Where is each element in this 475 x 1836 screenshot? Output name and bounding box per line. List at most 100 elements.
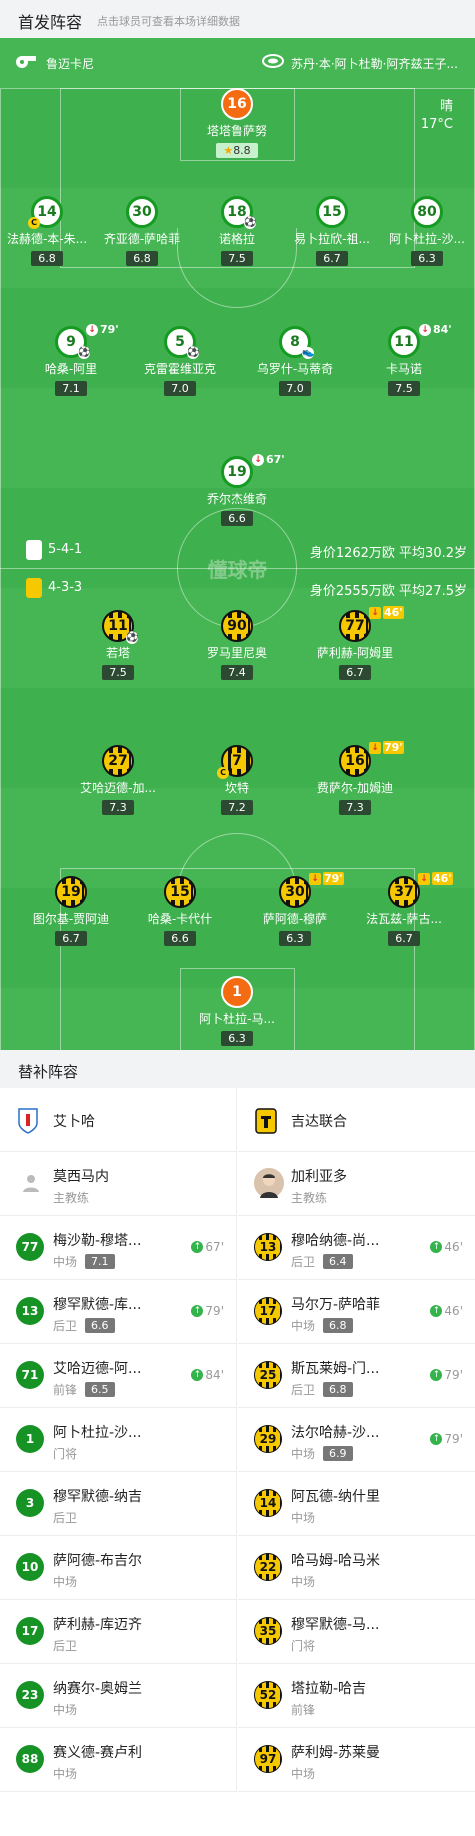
away-player[interactable]: 15 哈桑-卡代什 6.6	[125, 876, 235, 946]
player-number-badge: 16 ↓ 79'	[339, 741, 404, 777]
sub-off-marker: ↓ 79'	[86, 323, 119, 336]
sub-player-row[interactable]: 13 穆哈纳德-尚... 后卫 6.4 ↑ 46'	[238, 1216, 475, 1280]
assist-shoe-icon: 👟	[302, 347, 315, 359]
sub-on-marker: ↑ 84'	[191, 1368, 224, 1382]
sub-off-marker: ↓ 84'	[419, 323, 452, 336]
home-player[interactable]: 16 塔塔鲁萨努 ★8.8	[182, 88, 292, 158]
temperature-text: 17°C	[420, 117, 453, 132]
away-formation-row: 4-3-3 身价2555万欧 平均27.5岁	[0, 578, 475, 600]
player-name: 齐亚德-萨哈菲	[103, 232, 181, 246]
home-player[interactable]: 9 ⚽ ↓ 79' 哈桑-阿里 7.1	[16, 323, 126, 396]
lineup-header: 首发阵容 点击球员可查看本场详细数据	[0, 0, 475, 38]
away-player[interactable]: 11 ⚽ 若塔 7.5	[63, 610, 173, 680]
player-name: 哈桑-卡代什	[147, 912, 213, 926]
pitch-home-team: 鲁迈卡尼	[46, 57, 95, 71]
sub-player-row[interactable]: 97 萨利姆-苏莱曼 中场	[238, 1728, 475, 1792]
away-player[interactable]: 30 ↓ 79' 萨阿德-穆萨 6.3	[240, 872, 350, 946]
player-number-badge: 9 ⚽ ↓ 79'	[55, 323, 119, 359]
player-name: 诺格拉	[218, 232, 255, 246]
home-player[interactable]: 30 齐亚德-萨哈菲 6.8	[87, 196, 197, 266]
sub-player-row[interactable]: 17 萨利赫-库迈齐 后卫	[0, 1600, 236, 1664]
sub-off-marker: ↓ 67'	[252, 453, 285, 466]
sub-player-row[interactable]: 71 艾哈迈德-阿... 前锋 6.5 ↑ 84'	[0, 1344, 236, 1408]
player-name: 坎特	[224, 781, 249, 795]
sub-player-row[interactable]: 88 赛义德-赛卢利 中场	[0, 1728, 236, 1792]
away-player[interactable]: 90 罗马里尼奥 7.4	[182, 610, 292, 680]
sub-off-icon: ↓	[252, 453, 264, 466]
sub-player-position: 后卫	[53, 1639, 78, 1653]
away-value: 身价2555万欧 平均27.5岁	[309, 584, 467, 599]
player-number-badge: 11 ↓ 84'	[388, 323, 452, 358]
sub-off-icon: ↓	[418, 872, 430, 885]
sub-off-marker: ↓ 46'	[418, 872, 453, 885]
pitch: 鲁迈卡尼 苏丹·本·阿卜杜勒·阿齐兹王子... 晴 17°C 懂球帝 5-4-1…	[0, 38, 475, 1050]
sub-player-row[interactable]: 10 萨阿德-布吉尔 中场	[0, 1536, 236, 1600]
player-rating: 6.7	[316, 251, 348, 266]
home-player[interactable]: 15 易卜拉欣-祖... 6.7	[277, 196, 387, 266]
home-player[interactable]: 80 阿卜杜拉-沙... 6.3	[372, 196, 475, 266]
sub-on-marker: ↑ 67'	[191, 1240, 224, 1254]
sub-player-row[interactable]: 52 塔拉勒-哈吉 前锋	[238, 1664, 475, 1728]
player-name: 法瓦兹-萨古...	[366, 912, 442, 926]
away-player[interactable]: 77 ↓ 46' 萨利赫-阿姆里 6.7	[300, 606, 410, 680]
player-rating: 7.5	[102, 665, 134, 680]
sub-player-row[interactable]: 23 纳赛尔-奥姆兰 中场	[0, 1664, 236, 1728]
home-player[interactable]: 11 ↓ 84' 卡马诺 7.5	[349, 323, 459, 396]
sub-player-name: 萨利赫-库迈齐	[53, 1617, 143, 1633]
home-formation: 5-4-1	[48, 542, 83, 557]
away-player[interactable]: 1 阿卜杜拉-马... 6.3	[182, 976, 292, 1046]
home-team-logo-icon	[18, 1108, 38, 1134]
sub-player-row[interactable]: 3 穆罕默德-纳吉 后卫	[0, 1472, 236, 1536]
sub-number-badge: 14	[254, 1489, 282, 1517]
sub-player-row[interactable]: 29 法尔哈赫-沙... 中场 6.9 ↑ 79'	[238, 1408, 475, 1472]
player-number-badge: 30	[126, 196, 158, 228]
sub-on-marker: ↑ 79'	[191, 1304, 224, 1318]
sub-player-row[interactable]: 13 穆罕默德-库... 后卫 6.6 ↑ 79'	[0, 1280, 236, 1344]
player-number-badge: 77 ↓ 46'	[339, 606, 404, 642]
sub-player-row[interactable]: 17 马尔万-萨哈菲 中场 6.8 ↑ 46'	[238, 1280, 475, 1344]
pitch-away-team: 苏丹·本·阿卜杜勒·阿齐兹王子...	[291, 57, 458, 71]
away-player[interactable]: 19 图尔基-贾阿迪 6.7	[16, 876, 126, 946]
star-icon: ★	[223, 144, 234, 157]
sub-player-position: 中场 6.8	[291, 1317, 353, 1334]
sub-player-name: 阿瓦德-纳什里	[291, 1489, 381, 1505]
coach-avatar-icon	[16, 1168, 46, 1198]
sub-player-row[interactable]: 35 穆罕默德-马... 门将	[238, 1600, 475, 1664]
sub-on-icon: ↑	[191, 1369, 204, 1381]
home-player[interactable]: 18 ⚽ 诺格拉 7.5	[182, 196, 292, 266]
sub-player-row[interactable]: 14 阿瓦德-纳什里 中场	[238, 1472, 475, 1536]
away-player[interactable]: 16 ↓ 79' 费萨尔-加姆迪 7.3	[300, 741, 410, 815]
sub-player-position: 中场	[53, 1767, 78, 1781]
player-name: 乌罗什-马蒂奇	[256, 362, 334, 376]
player-name: 萨阿德-穆萨	[262, 912, 328, 926]
sub-number-badge: 22	[254, 1553, 282, 1581]
sub-player-rating: 7.1	[85, 1254, 115, 1269]
player-number-badge: 7C	[217, 745, 253, 779]
sub-player-row[interactable]: 22 哈马姆-哈马米 中场	[238, 1536, 475, 1600]
goal-ball-icon: ⚽	[244, 217, 257, 229]
away-player[interactable]: 37 ↓ 46' 法瓦兹-萨古... 6.7	[349, 872, 459, 946]
player-name: 阿卜杜拉-沙...	[389, 232, 465, 246]
sub-player-name: 萨阿德-布吉尔	[53, 1553, 143, 1569]
player-rating: 7.0	[279, 381, 311, 396]
player-name: 若塔	[105, 646, 130, 660]
away-player[interactable]: 27 艾哈迈德-加... 7.3	[63, 745, 173, 815]
sub-player-row[interactable]: 25 斯瓦莱姆-门... 后卫 6.8 ↑ 79'	[238, 1344, 475, 1408]
player-name: 萨利赫-阿姆里	[316, 646, 394, 660]
home-player[interactable]: 19 ↓ 67' 乔尔杰维奇 6.6	[182, 453, 292, 526]
home-player[interactable]: 8 👟 乌罗什-马蒂奇 7.0	[240, 326, 350, 396]
home-value: 身价1262万欧 平均30.2岁	[309, 546, 467, 561]
sub-off-icon: ↓	[309, 872, 321, 885]
away-player[interactable]: 7C 坎特 7.2	[182, 745, 292, 815]
sub-number-badge: 17	[16, 1617, 44, 1645]
home-subs-team[interactable]: 艾卜哈	[0, 1088, 236, 1152]
home-coach-row[interactable]: 莫西马内 主教练	[0, 1152, 236, 1216]
away-team-logo-icon	[26, 578, 42, 598]
sub-player-row[interactable]: 1 阿卜杜拉-沙... 门将	[0, 1408, 236, 1472]
player-rating: 6.7	[388, 931, 420, 946]
sub-player-row[interactable]: 77 梅沙勒-穆塔... 中场 7.1 ↑ 67'	[0, 1216, 236, 1280]
sub-player-position: 中场	[53, 1703, 78, 1717]
away-subs-team[interactable]: 吉达联合	[238, 1088, 475, 1152]
away-coach-row[interactable]: 加利亚多 主教练	[238, 1152, 475, 1216]
home-player[interactable]: 5 ⚽ 克雷霍维亚克 7.0	[125, 326, 235, 396]
